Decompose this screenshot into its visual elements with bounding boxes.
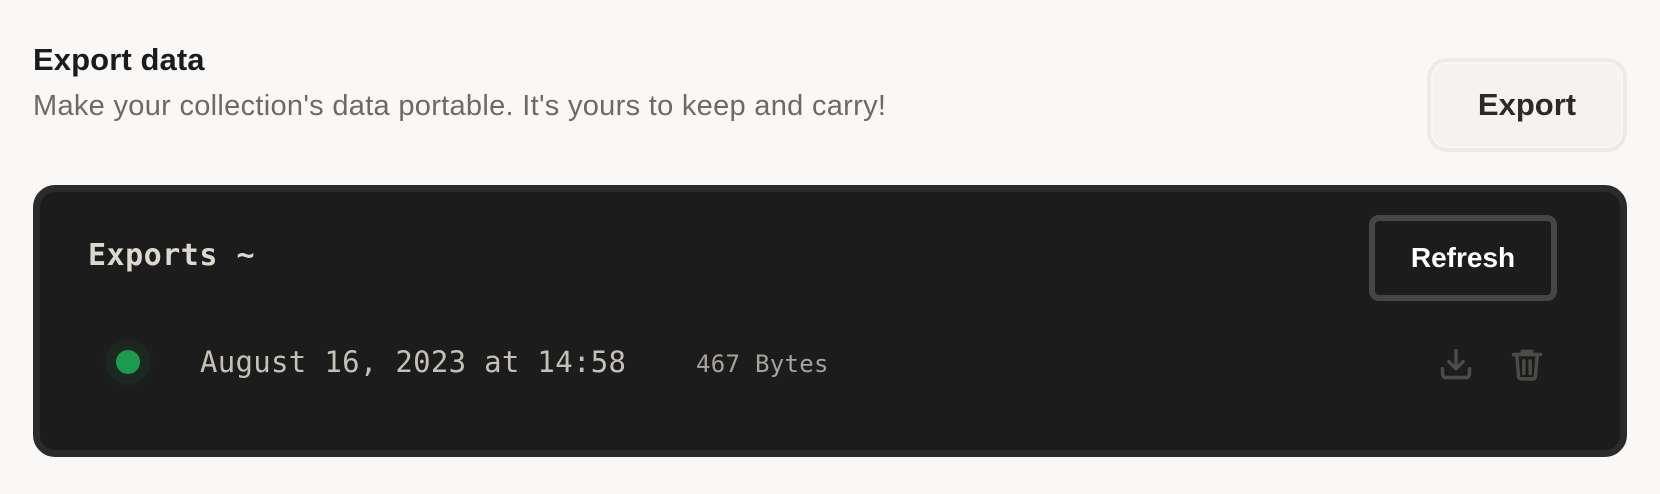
exports-panel: Exports ~ Refresh August 16, 2023 at 14:… [33,185,1627,457]
trash-icon [1511,349,1543,381]
delete-button[interactable] [1505,342,1549,386]
section-title: Export data [33,42,205,77]
export-list-item: August 16, 2023 at 14:58 467 Bytes [40,322,1620,402]
refresh-button[interactable]: Refresh [1369,215,1557,301]
exports-title[interactable]: Exports ~ [88,236,255,276]
status-indicator [116,350,140,374]
export-data-section: Export data Make your collection's data … [33,36,1627,156]
download-button[interactable] [1434,342,1478,386]
download-icon [1440,348,1472,380]
section-description: Make your collection's data portable. It… [33,90,887,122]
export-size: 467 Bytes [696,350,829,378]
export-date: August 16, 2023 at 14:58 [200,345,627,379]
export-button[interactable]: Export [1427,58,1627,152]
